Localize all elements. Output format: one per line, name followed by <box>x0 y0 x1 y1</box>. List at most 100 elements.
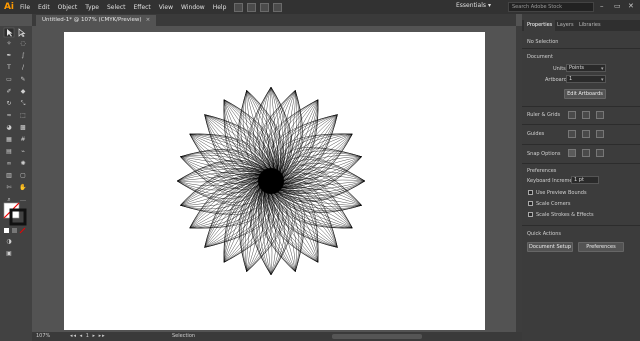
document-section-title: Document <box>527 54 553 60</box>
screen-mode-icon[interactable]: ▣ <box>4 250 14 258</box>
workspace-label: Essentials <box>456 2 487 9</box>
zoom-level[interactable]: 107% <box>36 332 50 341</box>
tab-layers[interactable]: Layers <box>554 20 577 31</box>
snap-to-point-icon[interactable] <box>568 149 576 157</box>
menu-window[interactable]: Window <box>177 4 209 11</box>
snap-to-glyph-icon[interactable] <box>596 149 604 157</box>
menu-select[interactable]: Select <box>103 4 130 11</box>
free-transform-tool-icon[interactable]: ⬚ <box>18 112 28 120</box>
guides-title: Guides <box>527 131 545 137</box>
bridge-icon[interactable] <box>234 2 244 12</box>
menu-type[interactable]: Type <box>81 4 103 11</box>
divider <box>522 124 640 125</box>
gpu-rocket-icon[interactable] <box>260 2 270 12</box>
line-tool-icon[interactable]: / <box>18 64 28 72</box>
lasso-tool-icon[interactable]: ◌ <box>18 40 28 48</box>
minimize-icon[interactable]: – <box>600 2 604 10</box>
scale-tool-icon[interactable]: ⤡ <box>18 100 28 108</box>
artboard-navigation[interactable]: ◂◂ ◂ 1 ▸ ▸▸ <box>70 332 106 341</box>
eraser-tool-icon[interactable]: ◆ <box>18 88 28 96</box>
menu-view[interactable]: View <box>155 4 177 11</box>
eyedropper-tool-icon[interactable]: ⌁ <box>18 148 28 156</box>
type-tool-icon[interactable]: T <box>4 64 14 72</box>
chevron-down-icon: ▾ <box>487 2 491 9</box>
divider <box>522 144 640 145</box>
paintbrush-tool-icon[interactable]: ✎ <box>18 76 28 84</box>
scale-corners-label: Scale Corners <box>536 201 571 207</box>
shape-builder-tool-icon[interactable]: ◕ <box>4 124 14 132</box>
shaper-tool-icon[interactable]: ✐ <box>4 88 14 96</box>
units-value: Points <box>569 65 585 71</box>
rectangle-tool-icon[interactable]: ▭ <box>4 76 14 84</box>
transparency-grid-icon[interactable] <box>596 111 604 119</box>
tab-properties[interactable]: Properties <box>524 20 556 31</box>
grid-icon[interactable] <box>582 111 590 119</box>
width-tool-icon[interactable]: ≈ <box>4 112 14 120</box>
hand-tool-icon[interactable]: ✋ <box>18 184 28 192</box>
mesh-tool-icon[interactable]: # <box>18 136 28 144</box>
spirograph-line <box>240 90 269 172</box>
document-tab-title: Untitled-1* @ 107% (CMYK/Preview) <box>42 17 142 23</box>
arrange-documents-icon[interactable] <box>247 2 257 12</box>
spirograph-artwork[interactable] <box>64 32 485 330</box>
ruler-grids-title: Ruler & Grids <box>527 112 561 118</box>
spirograph-line <box>266 99 319 172</box>
curvature-tool-icon[interactable]: ∫ <box>18 52 28 60</box>
properties-panel: Properties Layers Libraries No Selection… <box>522 14 640 341</box>
direct-selection-tool-icon[interactable] <box>18 28 28 36</box>
symbol-sprayer-tool-icon[interactable]: ✺ <box>18 160 28 168</box>
illustrator-logo: Ai <box>3 2 15 12</box>
stroke-swatch[interactable] <box>10 210 24 224</box>
menu-help[interactable]: Help <box>209 4 231 11</box>
snap-to-pixel-icon[interactable] <box>582 149 590 157</box>
show-guides-icon[interactable] <box>568 130 576 138</box>
menu-edit[interactable]: Edit <box>34 4 54 11</box>
keyboard-increment-input[interactable]: 1 pt <box>571 176 599 184</box>
blend-tool-icon[interactable]: ∞ <box>4 160 14 168</box>
document-setup-button[interactable]: Document Setup <box>527 242 573 252</box>
artboard[interactable] <box>64 32 485 330</box>
scale-strokes-checkbox[interactable] <box>528 212 533 217</box>
tab-libraries[interactable]: Libraries <box>576 20 604 31</box>
close-tab-icon[interactable]: × <box>146 17 151 23</box>
magic-wand-tool-icon[interactable]: ✧ <box>4 40 14 48</box>
perspective-grid-tool-icon[interactable]: ▦ <box>4 136 14 144</box>
artboard-tool-icon[interactable]: ▢ <box>18 172 28 180</box>
rotate-tool-icon[interactable]: ↻ <box>4 100 14 108</box>
artboard-value: 1 <box>569 76 573 82</box>
menu-effect[interactable]: Effect <box>130 4 155 11</box>
workspace-switcher[interactable]: Essentials ▾ <box>456 2 491 9</box>
column-graph-tool-icon[interactable]: ▥ <box>4 172 14 180</box>
menu-object[interactable]: Object <box>54 4 82 11</box>
stock-search-input[interactable]: Search Adobe Stock <box>508 2 594 12</box>
live-paint-tool-icon[interactable]: ▩ <box>18 124 28 132</box>
stock-icon[interactable] <box>273 2 283 12</box>
smart-guides-icon[interactable] <box>596 130 604 138</box>
units-dropdown[interactable]: Points ▾ <box>566 64 606 72</box>
edit-artboards-button[interactable]: Edit Artboards <box>564 89 606 99</box>
spirograph-line <box>273 190 302 272</box>
use-preview-bounds-checkbox[interactable] <box>528 190 533 195</box>
horizontal-scrollbar[interactable] <box>332 334 422 339</box>
selection-tool-icon[interactable] <box>4 28 14 36</box>
spirograph-line <box>280 150 362 179</box>
divider <box>522 48 640 49</box>
pen-tool-icon[interactable]: ✒ <box>4 52 14 60</box>
draw-mode-icon[interactable]: ◑ <box>4 238 14 246</box>
document-tab[interactable]: Untitled-1* @ 107% (CMYK/Preview) × <box>36 15 157 26</box>
close-icon[interactable]: ✕ <box>628 2 634 10</box>
lock-guides-icon[interactable] <box>582 130 590 138</box>
divider <box>522 225 640 226</box>
divider <box>522 106 640 107</box>
quick-actions-title: Quick Actions <box>527 231 561 237</box>
scale-corners-checkbox[interactable] <box>528 201 533 206</box>
menu-file[interactable]: File <box>16 4 34 11</box>
gradient-tool-icon[interactable]: ▤ <box>4 148 14 156</box>
artboard-dropdown[interactable]: 1 ▾ <box>566 75 606 83</box>
maximize-icon[interactable]: ▭ <box>614 2 621 10</box>
preferences-button[interactable]: Preferences <box>578 242 624 252</box>
panel-tabs: Properties Layers Libraries <box>522 20 640 31</box>
slice-tool-icon[interactable]: ✄ <box>4 184 14 192</box>
ruler-icon[interactable] <box>568 111 576 119</box>
document-tab-bar: Untitled-1* @ 107% (CMYK/Preview) × <box>32 14 516 26</box>
